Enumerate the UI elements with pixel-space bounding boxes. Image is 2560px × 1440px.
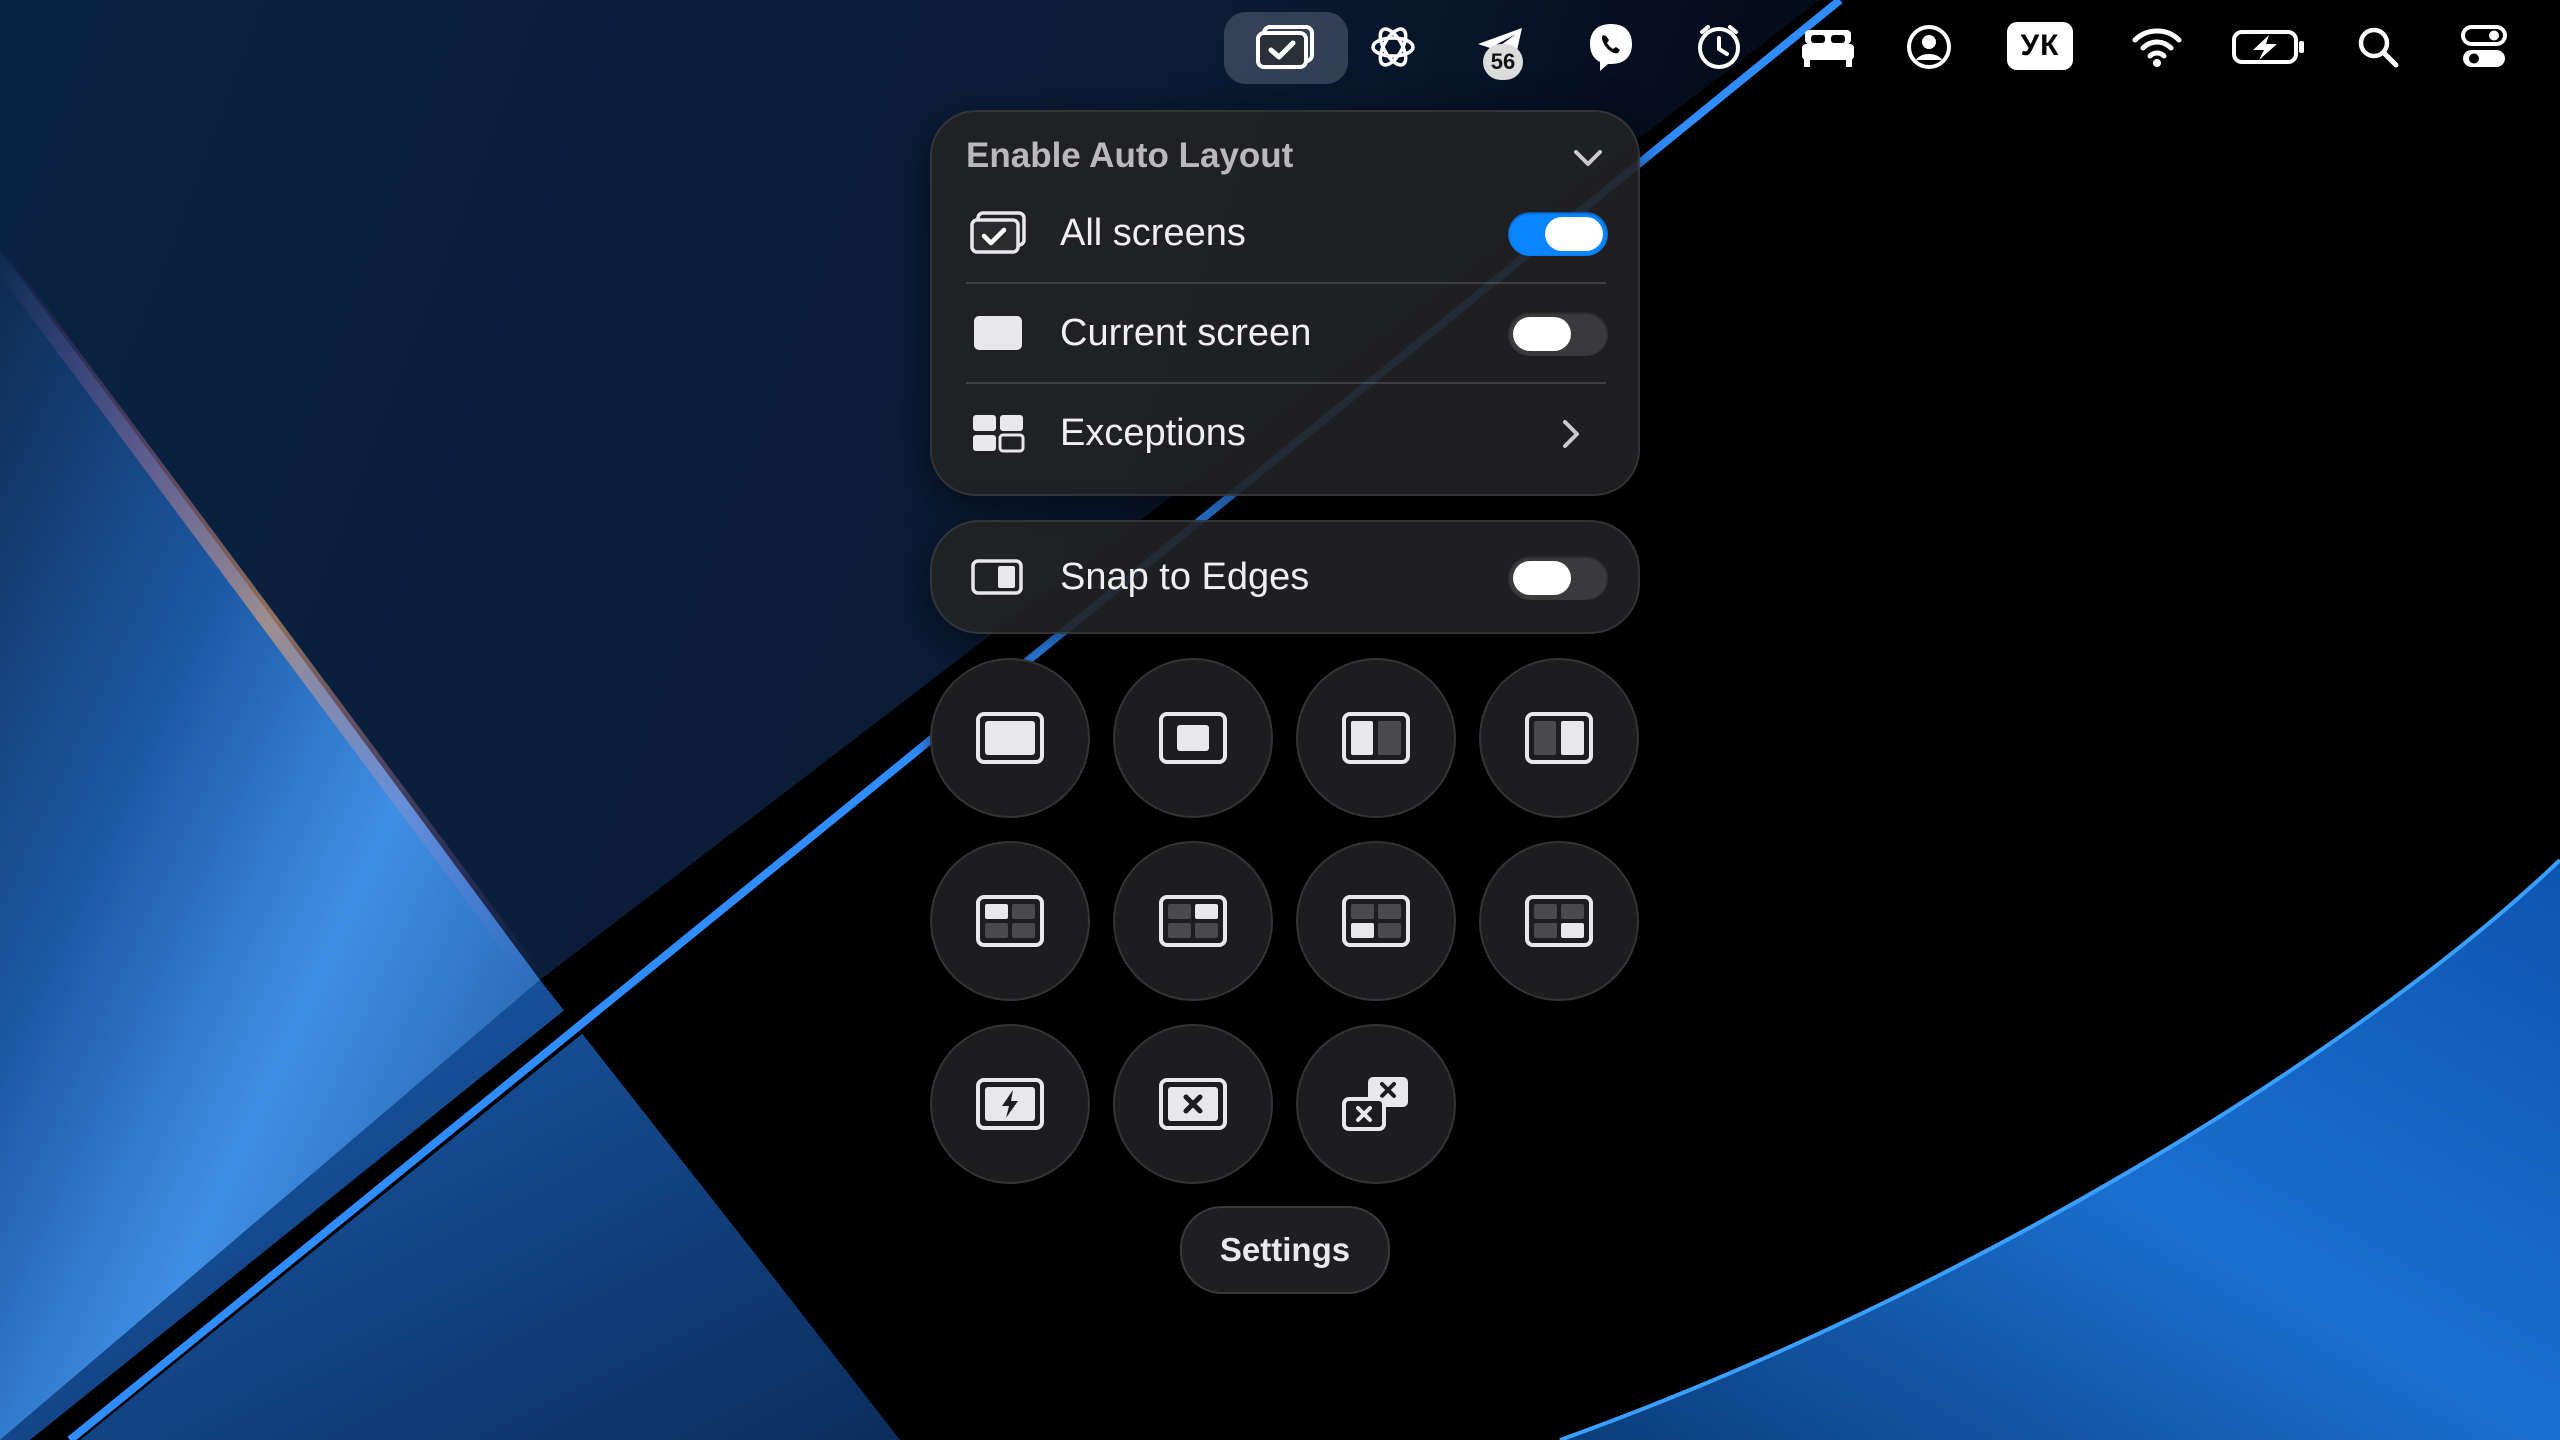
maximize-window-button[interactable] xyxy=(930,658,1090,818)
top-right-quarter-icon xyxy=(1159,895,1227,947)
auto-layout-icon[interactable] xyxy=(1250,18,1322,76)
current-screen-toggle[interactable] xyxy=(1508,312,1608,356)
viber-icon[interactable] xyxy=(1580,18,1642,76)
spotlight-search-icon[interactable] xyxy=(2350,18,2406,76)
user-account-icon[interactable] xyxy=(1898,18,1960,76)
bottom-left-quarter-button[interactable] xyxy=(1296,841,1456,1001)
settings-button[interactable]: Settings xyxy=(1180,1206,1390,1294)
snap-edge-icon xyxy=(971,559,1023,595)
close-other-windows-icon xyxy=(1342,1077,1408,1131)
snap-to-edges-toggle[interactable] xyxy=(1508,556,1608,600)
control-center-icon[interactable] xyxy=(2454,18,2514,76)
snap-to-edges-panel[interactable]: Snap to Edges xyxy=(930,520,1640,634)
all-screens-row[interactable]: All screens xyxy=(932,184,1638,282)
bottom-right-quarter-button[interactable] xyxy=(1479,841,1639,1001)
wifi-icon[interactable] xyxy=(2126,18,2188,76)
single-screen-icon xyxy=(974,316,1022,350)
all-screens-toggle[interactable] xyxy=(1508,212,1608,256)
current-screen-row[interactable]: Current screen xyxy=(932,284,1638,382)
quick-action-icon xyxy=(976,1078,1044,1130)
chevron-down-icon[interactable] xyxy=(1568,138,1608,178)
clock-icon[interactable] xyxy=(1688,18,1750,76)
bed-icon[interactable] xyxy=(1796,18,1860,76)
top-right-quarter-button[interactable] xyxy=(1113,841,1273,1001)
keyboard-layout-icon[interactable]: УК xyxy=(2007,22,2073,70)
snap-to-edges-row[interactable]: Snap to Edges xyxy=(932,528,1638,626)
grid-layout-icon xyxy=(973,415,1025,453)
snap-to-edges-label: Snap to Edges xyxy=(1060,556,1310,598)
close-window-icon xyxy=(1159,1078,1227,1130)
toggle-knob xyxy=(1513,561,1571,595)
close-other-windows-button[interactable] xyxy=(1296,1024,1456,1184)
auto-layout-panel: Enable Auto Layout All screens Current s… xyxy=(930,110,1640,496)
center-window-icon xyxy=(1159,712,1227,764)
close-window-button[interactable] xyxy=(1113,1024,1273,1184)
battery-charging-icon[interactable] xyxy=(2230,18,2308,76)
top-left-quarter-icon xyxy=(976,895,1044,947)
chatgpt-icon[interactable] xyxy=(1362,18,1424,76)
toggle-knob xyxy=(1545,217,1603,251)
right-half-icon xyxy=(1525,712,1593,764)
top-left-quarter-button[interactable] xyxy=(930,841,1090,1001)
left-half-button[interactable] xyxy=(1296,658,1456,818)
multiple-screens-check-icon xyxy=(970,211,1026,254)
section-title: Enable Auto Layout xyxy=(966,136,1294,175)
all-screens-label: All screens xyxy=(1060,212,1246,254)
quick-action-button[interactable] xyxy=(930,1024,1090,1184)
exceptions-label: Exceptions xyxy=(1060,412,1246,454)
chevron-right-icon xyxy=(1563,420,1579,448)
telegram-unread-badge: 56 xyxy=(1483,44,1523,80)
bottom-right-quarter-icon xyxy=(1525,895,1593,947)
toggle-knob xyxy=(1513,317,1571,351)
center-window-button[interactable] xyxy=(1113,658,1273,818)
left-half-icon xyxy=(1342,712,1410,764)
exceptions-row[interactable]: Exceptions xyxy=(932,384,1638,482)
current-screen-label: Current screen xyxy=(1060,312,1312,354)
bottom-left-quarter-icon xyxy=(1342,895,1410,947)
maximize-icon xyxy=(976,712,1044,764)
right-half-button[interactable] xyxy=(1479,658,1639,818)
